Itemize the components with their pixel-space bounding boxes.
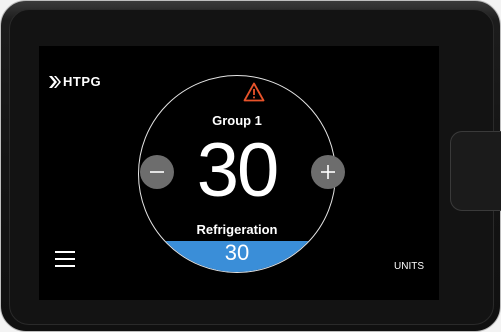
increase-button[interactable]: [311, 155, 345, 189]
menu-line: [55, 258, 75, 260]
thermostat-device: HTPG Group 1 30 Refrigeration 30 UNITS: [0, 0, 501, 332]
hamburger-menu-icon[interactable]: [55, 251, 75, 267]
mode-label: Refrigeration: [196, 222, 278, 237]
side-button: [450, 131, 501, 211]
display-screen: HTPG Group 1 30 Refrigeration 30 UNITS: [39, 46, 439, 300]
warning-triangle-icon[interactable]: [243, 82, 265, 102]
menu-line: [55, 265, 75, 267]
brand-logo-text: HTPG: [63, 74, 102, 89]
decrease-button[interactable]: [140, 155, 174, 189]
units-button[interactable]: UNITS: [394, 261, 424, 272]
brand-logo: HTPG: [49, 74, 101, 89]
menu-line: [55, 251, 75, 253]
htpg-logo-icon: [49, 75, 61, 88]
actual-value: 30: [224, 240, 250, 265]
plus-icon: [321, 165, 335, 179]
minus-icon: [150, 171, 164, 173]
